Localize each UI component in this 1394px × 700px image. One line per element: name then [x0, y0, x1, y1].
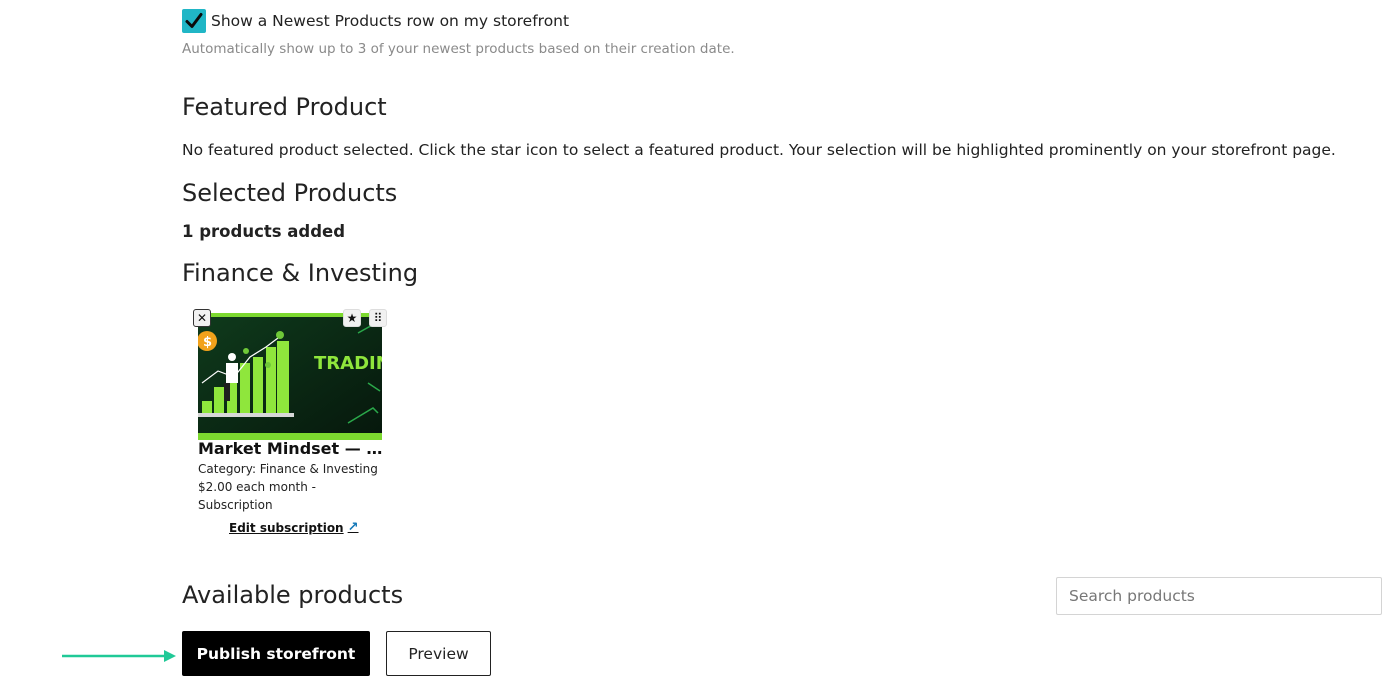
available-products-heading: Available products	[182, 581, 404, 609]
svg-text:$: $	[203, 335, 212, 350]
category-heading: Finance & Investing	[182, 259, 419, 287]
newest-products-helper: Automatically show up to 3 of your newes…	[182, 41, 735, 57]
edit-subscription-label: Edit subscription	[229, 520, 344, 535]
product-billing-type: Subscription	[198, 498, 273, 512]
checkmark-icon	[185, 13, 203, 28]
pointer-arrow-icon	[62, 650, 176, 662]
product-title: Market Mindset — A...	[198, 439, 388, 458]
thumbnail-text: TRADING	[314, 353, 382, 374]
product-card[interactable]: $ TRADING ✕ ★ ⠿ Market Mindset — A... Ca…	[190, 307, 390, 547]
newest-products-checkbox[interactable]	[182, 9, 206, 33]
product-price: $2.00 each month -	[198, 480, 317, 494]
preview-button[interactable]: Preview	[386, 631, 491, 676]
star-icon[interactable]: ★	[343, 309, 361, 327]
newest-products-label: Show a Newest Products row on my storefr…	[211, 12, 570, 30]
products-added-count: 1 products added	[182, 222, 346, 241]
trading-chart-image: $ TRADING	[198, 313, 382, 440]
featured-product-heading: Featured Product	[182, 93, 387, 121]
edit-subscription-link[interactable]: Edit subscription ↗	[229, 520, 359, 535]
search-products-input[interactable]	[1056, 577, 1382, 615]
newest-products-checkbox-row[interactable]: Show a Newest Products row on my storefr…	[182, 9, 569, 33]
product-category: Category: Finance & Investing	[198, 462, 378, 476]
drag-handle-icon[interactable]: ⠿	[369, 309, 387, 327]
remove-product-button[interactable]: ✕	[193, 309, 211, 327]
publish-storefront-button[interactable]: Publish storefront	[182, 631, 370, 676]
featured-product-message: No featured product selected. Click the …	[182, 141, 1336, 159]
selected-products-heading: Selected Products	[182, 179, 398, 207]
external-link-icon: ↗	[347, 520, 359, 535]
product-thumbnail: $ TRADING	[198, 313, 382, 440]
